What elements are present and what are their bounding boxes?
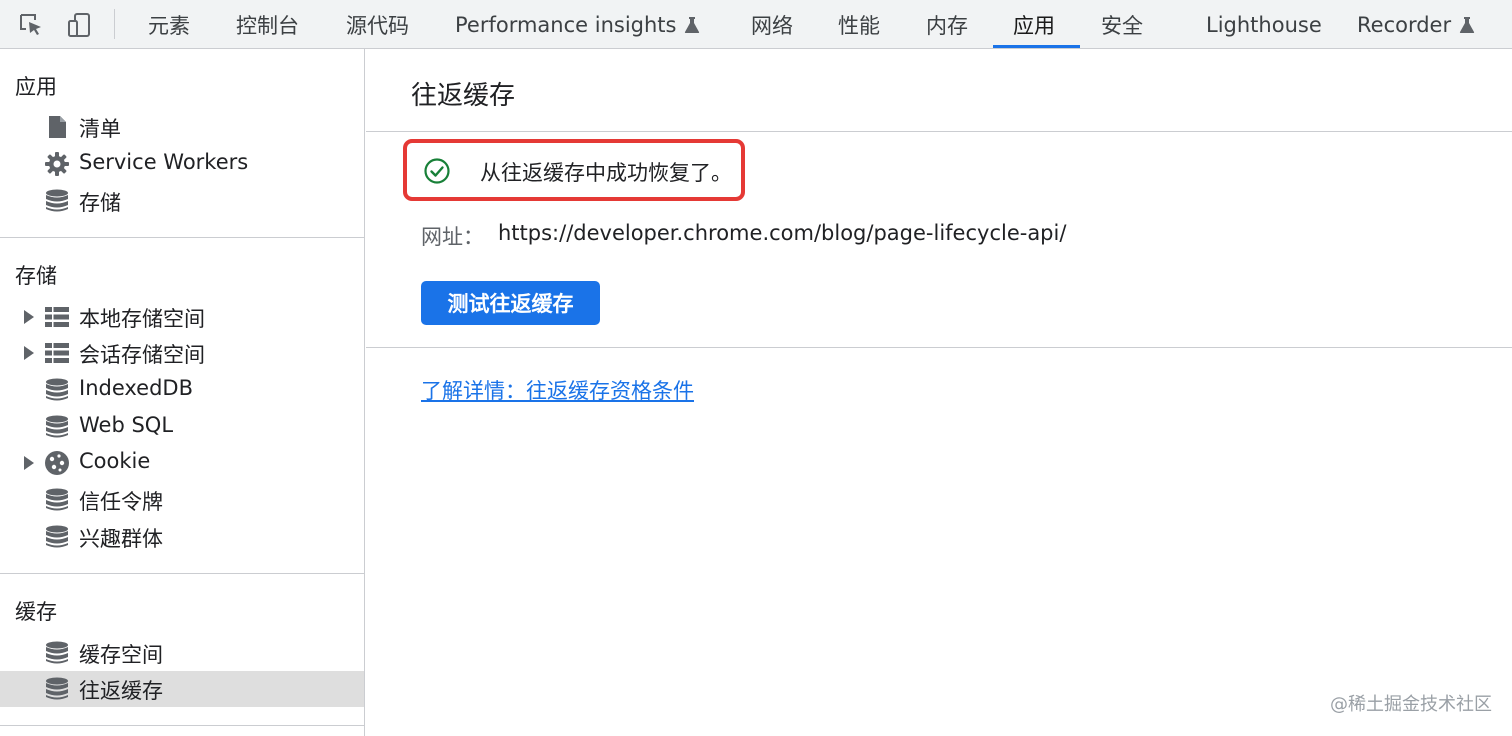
toolbar-separator [114,9,115,39]
experiment-flask-icon [684,16,700,34]
sidebar-item-session-storage[interactable]: 会话存储空间 [0,335,364,371]
table-icon [44,340,70,366]
expand-arrow-icon[interactable] [24,310,34,324]
gear-icon [44,151,70,177]
active-tab-indicator [993,45,1080,48]
tab-application[interactable]: 应用 [1013,0,1055,49]
sidebar-item-interest-groups[interactable]: 兴趣群体 [0,519,364,555]
sidebar-divider [0,237,365,238]
document-icon [44,114,70,140]
tab-console[interactable]: 控制台 [236,0,299,49]
database-icon [44,377,70,403]
table-icon [44,304,70,330]
sidebar-section-cache: 缓存 [15,600,57,624]
inspect-element-icon[interactable] [16,10,46,40]
tab-memory[interactable]: 内存 [926,0,968,49]
application-sidebar: 应用 清单 Service Workers 存储 存储 本地存储空间 会话存储空… [0,49,365,736]
check-circle-icon [424,158,450,184]
expand-arrow-icon[interactable] [24,346,34,360]
experiment-flask-icon [1459,16,1475,34]
status-message: 从往返缓存中成功恢复了。 [480,161,732,185]
database-icon [44,676,70,702]
tab-performance-insights[interactable]: Performance insights [455,0,700,49]
header-divider [366,131,1512,132]
sidebar-item-indexeddb[interactable]: IndexedDB [0,372,364,408]
tab-elements[interactable]: 元素 [148,0,190,49]
database-icon [44,640,70,666]
device-toolbar-icon[interactable] [64,10,94,40]
url-row: 网址： https://developer.chrome.com/blog/pa… [421,221,1066,251]
sidebar-item-service-workers[interactable]: Service Workers [0,146,364,182]
sidebar-item-manifest[interactable]: 清单 [0,109,364,145]
sidebar-section-storage: 存储 [15,264,57,288]
tab-performance[interactable]: 性能 [838,0,880,49]
test-back-forward-cache-button[interactable]: 测试往返缓存 [421,281,600,325]
database-icon [44,524,70,550]
database-icon [44,487,70,513]
tab-sources[interactable]: 源代码 [346,0,409,49]
expand-arrow-icon[interactable] [24,456,34,470]
sidebar-divider [0,725,365,726]
url-label: 网址： [421,225,484,249]
status-message-box: 从往返缓存中成功恢复了。 [403,139,745,201]
page-title: 往返缓存 [411,81,516,111]
sidebar-section-application: 应用 [15,75,57,99]
tab-network[interactable]: 网络 [751,0,793,49]
tab-security[interactable]: 安全 [1101,0,1143,49]
database-icon [44,414,70,440]
sidebar-item-cache-storage[interactable]: 缓存空间 [0,635,364,671]
sidebar-item-cookie[interactable]: Cookie [0,445,364,481]
sidebar-item-local-storage[interactable]: 本地存储空间 [0,299,364,335]
back-forward-cache-panel: 往返缓存 从往返缓存中成功恢复了。 网址： https://developer.… [366,49,1512,736]
sidebar-divider [0,573,365,574]
learn-more-link[interactable]: 了解详情：往返缓存资格条件 [421,375,694,405]
sidebar-item-web-sql[interactable]: Web SQL [0,409,364,445]
section-divider [366,347,1512,348]
url-value: https://developer.chrome.com/blog/page-l… [498,221,1067,245]
watermark: @稀土掘金技术社区 [1330,694,1492,715]
sidebar-item-trust-tokens[interactable]: 信任令牌 [0,482,364,518]
tab-lighthouse[interactable]: Lighthouse [1206,0,1322,49]
sidebar-item-storage[interactable]: 存储 [0,183,364,219]
tab-recorder[interactable]: Recorder [1357,0,1475,49]
database-icon [44,188,70,214]
cookie-icon [44,450,70,476]
sidebar-item-back-forward-cache[interactable]: 往返缓存 [0,671,364,707]
devtools-tab-bar: 元素 控制台 源代码 Performance insights 网络 性能 内存… [0,0,1512,49]
